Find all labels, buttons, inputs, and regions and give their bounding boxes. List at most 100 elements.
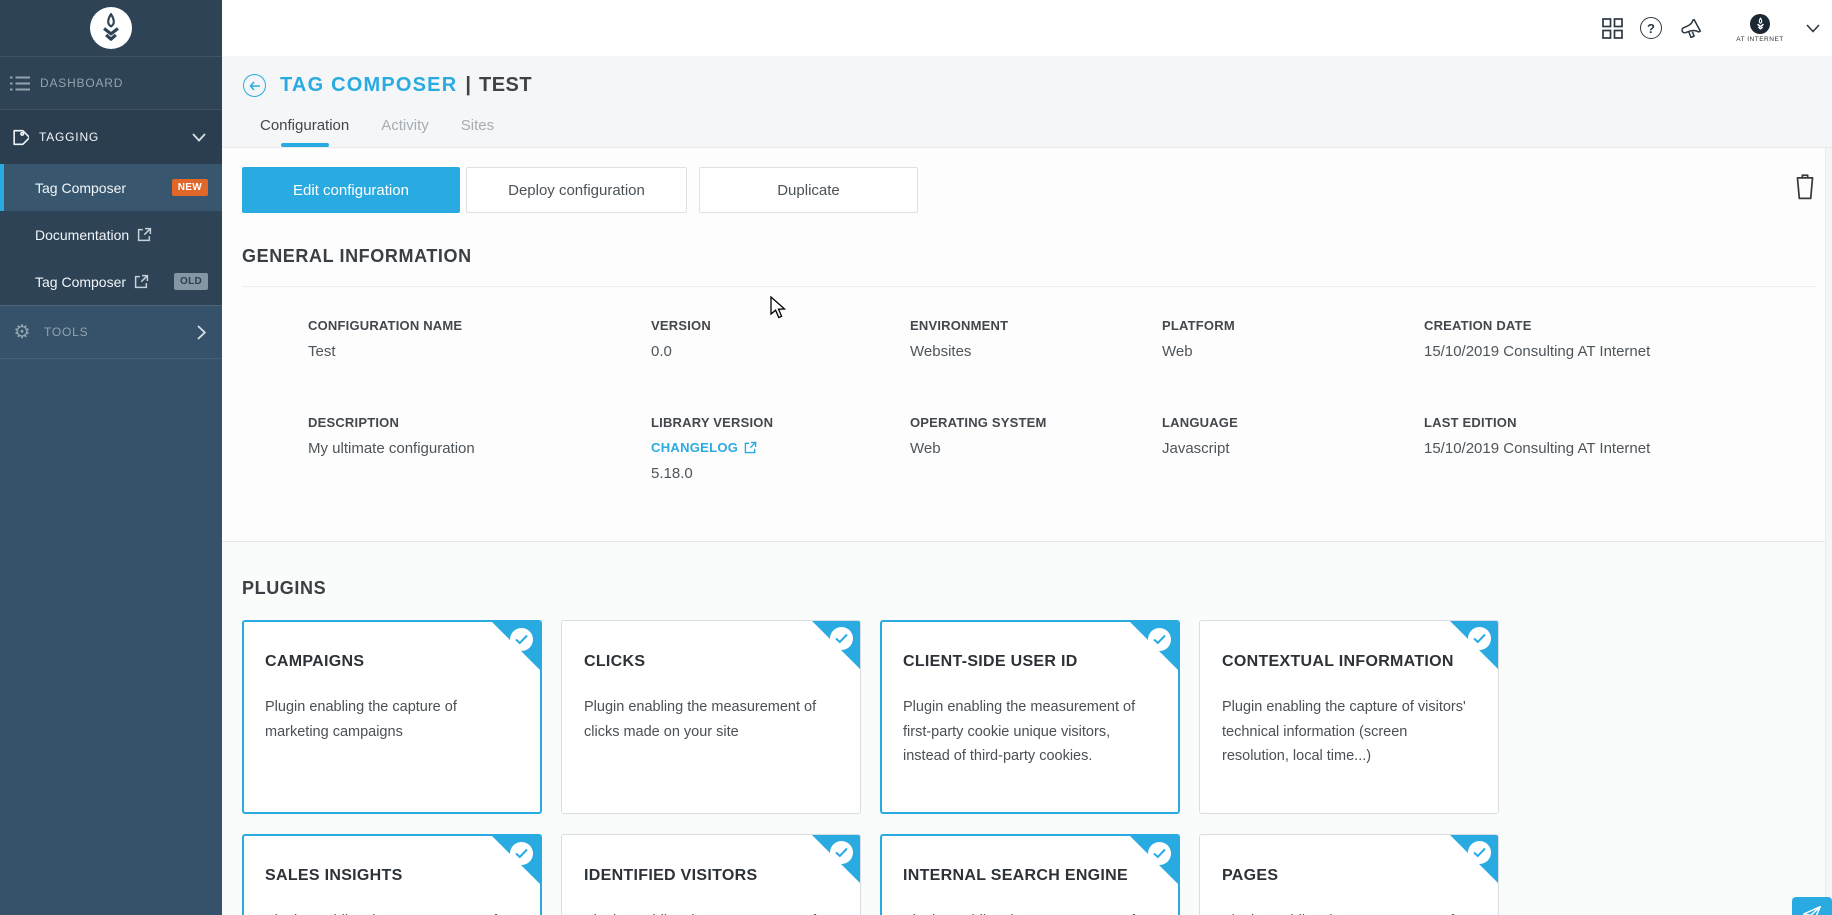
- topbar: ? AT INTERNET: [222, 0, 1832, 56]
- sidebar-section-label: TOOLS: [44, 325, 88, 339]
- edit-configuration-button[interactable]: Edit configuration: [242, 167, 460, 213]
- field-value: Websites: [910, 343, 1162, 360]
- sidebar-item-tag-composer-old[interactable]: Tag Composer OLD: [0, 258, 222, 305]
- sidebar-item-label: Documentation: [35, 227, 129, 243]
- heading-divider: [242, 286, 1817, 287]
- plugin-card-title: CLIENT-SIDE USER ID: [903, 653, 1157, 671]
- field-label: VERSION: [651, 318, 910, 333]
- app-root: DASHBOARD TAGGING Tag Composer NEW Docum…: [0, 0, 1832, 915]
- plugin-cards-row-1: CAMPAIGNS Plugin enabling the capture of…: [242, 620, 1499, 814]
- field-label: OPERATING SYSTEM: [910, 415, 1162, 430]
- plugin-card-title: SALES INSIGHTS: [265, 867, 519, 885]
- plugin-card-description: Plugin enabling the capture of marketing…: [265, 695, 519, 744]
- breadcrumb: TAG COMPOSER | TEST: [243, 74, 532, 97]
- plugins-heading: PLUGINS: [242, 578, 326, 599]
- new-badge: NEW: [172, 179, 208, 196]
- account-chevron-icon[interactable]: [1806, 24, 1820, 33]
- gear-icon: ⚙: [10, 323, 34, 342]
- check-icon: [1148, 842, 1171, 865]
- plugin-card-internal-search-engine[interactable]: INTERNAL SEARCH ENGINE Plugin enabling t…: [880, 834, 1180, 915]
- plugin-card-campaigns[interactable]: CAMPAIGNS Plugin enabling the capture of…: [242, 620, 542, 814]
- sidebar-section-tools[interactable]: ⚙ TOOLS: [0, 305, 222, 359]
- sidebar-item-documentation[interactable]: Documentation: [0, 211, 222, 258]
- action-toolbar: Edit configuration Deploy configuration …: [242, 167, 918, 213]
- back-button[interactable]: [243, 74, 266, 97]
- sidebar-section-tagging[interactable]: TAGGING: [0, 110, 222, 164]
- plugin-card-description: Plugin enabling the measurement of: [265, 909, 519, 915]
- plugin-card-title: PAGES: [1222, 867, 1476, 885]
- check-icon: [510, 628, 533, 651]
- page-header: TAG COMPOSER | TEST Configuration Activi…: [222, 56, 1832, 148]
- apps-grid-icon[interactable]: [1602, 18, 1623, 39]
- check-icon: [1468, 841, 1491, 864]
- sidebar-item-label: DASHBOARD: [40, 76, 123, 90]
- field-label: ENVIRONMENT: [910, 318, 1162, 333]
- field-configuration-name: CONFIGURATION NAME Test: [308, 318, 651, 360]
- changelog-link-label: CHANGELOG: [651, 440, 738, 455]
- plugin-card-identified-visitors[interactable]: IDENTIFIED VISITORS Plugin enabling the …: [561, 834, 861, 915]
- configuration-panel: Edit configuration Deploy configuration …: [222, 148, 1832, 541]
- plugin-card-sales-insights[interactable]: SALES INSIGHTS Plugin enabling the measu…: [242, 834, 542, 915]
- field-operating-system: OPERATING SYSTEM Web: [910, 415, 1162, 482]
- field-environment: ENVIRONMENT Websites: [910, 318, 1162, 360]
- account-label: AT INTERNET: [1736, 36, 1784, 43]
- page-title-config-name: TEST: [479, 74, 532, 97]
- field-creation-date: CREATION DATE 15/10/2019 Consulting AT I…: [1424, 318, 1650, 360]
- plugin-card-contextual-information[interactable]: CONTEXTUAL INFORMATION Plugin enabling t…: [1199, 620, 1499, 814]
- plugin-card-description: Plugin enabling the measurement of: [584, 909, 838, 915]
- field-value: 15/10/2019 Consulting AT Internet: [1424, 440, 1650, 457]
- megaphone-icon[interactable]: [1679, 17, 1704, 40]
- help-icon[interactable]: ?: [1640, 17, 1662, 39]
- check-icon: [510, 842, 533, 865]
- field-label: LIBRARY VERSION: [651, 415, 910, 430]
- field-value: 5.18.0: [651, 465, 910, 482]
- deploy-configuration-button[interactable]: Deploy configuration: [466, 167, 687, 213]
- brand-logo-block[interactable]: [0, 0, 222, 56]
- check-icon: [1148, 628, 1171, 651]
- field-value: Javascript: [1162, 440, 1424, 457]
- page-title-product: TAG COMPOSER: [280, 74, 457, 97]
- sidebar-item-dashboard[interactable]: DASHBOARD: [0, 56, 222, 110]
- tab-sites[interactable]: Sites: [459, 117, 496, 147]
- external-link-icon: [137, 227, 152, 242]
- feedback-launcher-button[interactable]: [1792, 897, 1832, 915]
- changelog-link[interactable]: CHANGELOG: [651, 440, 910, 455]
- field-value: My ultimate configuration: [308, 440, 651, 457]
- external-link-icon: [134, 274, 149, 289]
- list-icon: [10, 76, 30, 91]
- field-label: PLATFORM: [1162, 318, 1424, 333]
- sidebar-item-label: Tag Composer: [35, 180, 126, 196]
- plugin-card-pages[interactable]: PAGES Plugin enabling the measurement of: [1199, 834, 1499, 915]
- tab-activity[interactable]: Activity: [379, 117, 431, 147]
- chevron-down-icon: [192, 133, 206, 142]
- tab-bar: Configuration Activity Sites: [258, 117, 496, 147]
- tab-configuration[interactable]: Configuration: [258, 117, 351, 147]
- plugin-card-description: Plugin enabling the capture of visitors'…: [1222, 695, 1476, 769]
- field-label: LAST EDITION: [1424, 415, 1650, 430]
- paper-plane-icon: [1801, 903, 1823, 915]
- plugin-card-title: CONTEXTUAL INFORMATION: [1222, 653, 1476, 671]
- sidebar-item-tag-composer[interactable]: Tag Composer NEW: [0, 164, 222, 211]
- field-value: 0.0: [651, 343, 910, 360]
- plugin-card-title: CLICKS: [584, 653, 838, 671]
- chevron-right-icon: [197, 325, 206, 340]
- plugin-card-description: Plugin enabling the measurement of: [1222, 909, 1476, 915]
- field-label: CREATION DATE: [1424, 318, 1650, 333]
- general-info-row-2: DESCRIPTION My ultimate configuration LI…: [308, 415, 1650, 482]
- old-badge: OLD: [174, 273, 208, 290]
- field-library-version: LIBRARY VERSION CHANGELOG 5.18.0: [651, 415, 910, 482]
- delete-trash-icon[interactable]: [1792, 172, 1818, 205]
- account-logo-icon: [1750, 14, 1770, 34]
- plugin-card-client-side-user-id[interactable]: CLIENT-SIDE USER ID Plugin enabling the …: [880, 620, 1180, 814]
- general-information-heading: GENERAL INFORMATION: [242, 246, 472, 267]
- general-info-row-1: CONFIGURATION NAME Test VERSION 0.0 ENVI…: [308, 318, 1650, 360]
- field-label: LANGUAGE: [1162, 415, 1424, 430]
- field-value: Web: [1162, 343, 1424, 360]
- vertical-scrollbar[interactable]: [1825, 148, 1832, 915]
- field-label: DESCRIPTION: [308, 415, 651, 430]
- plugin-card-description: Plugin enabling the measurement of first…: [903, 695, 1157, 769]
- plugin-card-description: Plugin enabling the measurement of click…: [584, 695, 838, 744]
- plugin-card-clicks[interactable]: CLICKS Plugin enabling the measurement o…: [561, 620, 861, 814]
- duplicate-button[interactable]: Duplicate: [699, 167, 918, 213]
- account-button[interactable]: AT INTERNET: [1731, 14, 1789, 43]
